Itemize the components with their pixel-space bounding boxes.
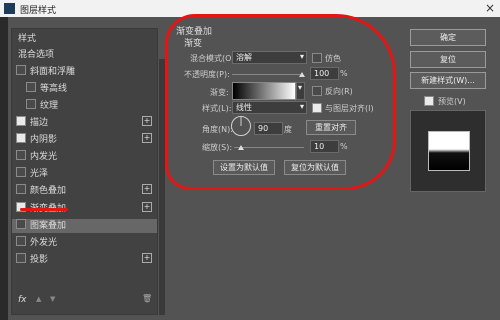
- photoshop-icon: [4, 3, 15, 14]
- checkbox[interactable]: [16, 184, 26, 194]
- tool-strip: [0, 17, 8, 320]
- ok-button[interactable]: 确定: [410, 29, 486, 46]
- checkbox[interactable]: [16, 150, 26, 160]
- checkbox[interactable]: [16, 219, 26, 229]
- styles-panel: 样式 混合选项 斜面和浮雕 等高线 纹理 描边 内阴影 内发光 光泽 颜色叠加 …: [11, 28, 165, 315]
- red-annotation-circle: [165, 14, 396, 190]
- sidebar-item-outer-glow[interactable]: 外发光: [16, 233, 136, 249]
- sidebar-item-stroke[interactable]: 描边: [16, 113, 136, 129]
- checkbox[interactable]: [16, 116, 26, 126]
- red-annotation-underline: [20, 208, 68, 211]
- sidebar-item-contour[interactable]: 等高线: [26, 79, 146, 95]
- close-icon[interactable]: ×: [485, 1, 495, 15]
- fx-icon[interactable]: fx: [18, 295, 27, 305]
- checkbox[interactable]: [26, 82, 36, 92]
- add-gradient-overlay-icon[interactable]: +: [142, 202, 152, 212]
- sidebar-item-inner-shadow[interactable]: 内阴影: [16, 130, 136, 146]
- window-title: 图层样式: [20, 6, 57, 16]
- sidebar-item-satin[interactable]: 光泽: [16, 164, 136, 180]
- sidebar-item-pattern-overlay[interactable]: 图案叠加: [16, 216, 136, 232]
- reset-button[interactable]: 复位: [410, 51, 486, 68]
- new-style-button[interactable]: 新建样式(W)...: [410, 72, 486, 89]
- sidebar-item-gradient-overlay[interactable]: 渐变叠加: [16, 199, 136, 215]
- sidebar-item-inner-glow[interactable]: 内发光: [16, 147, 136, 163]
- sidebar-item-drop-shadow[interactable]: 投影: [16, 250, 136, 266]
- checkbox[interactable]: [26, 99, 36, 109]
- preview-checkbox[interactable]: [424, 96, 434, 106]
- add-drop-shadow-icon[interactable]: +: [142, 253, 152, 263]
- move-down-icon[interactable]: ▼: [50, 295, 55, 303]
- preview-label: 预览(V): [438, 97, 466, 106]
- add-stroke-icon[interactable]: +: [142, 116, 152, 126]
- sidebar-heading: 样式: [18, 34, 37, 44]
- trash-icon[interactable]: 🗑: [142, 294, 152, 303]
- add-color-overlay-icon[interactable]: +: [142, 184, 152, 194]
- preview-thumbnail: [410, 110, 486, 192]
- add-inner-shadow-icon[interactable]: +: [142, 133, 152, 143]
- sidebar-item-color-overlay[interactable]: 颜色叠加: [16, 181, 136, 197]
- sidebar-item-bevel-emboss[interactable]: 斜面和浮雕: [16, 62, 136, 78]
- checkbox[interactable]: [16, 253, 26, 263]
- checkbox[interactable]: [16, 133, 26, 143]
- sidebar-item-blend-options[interactable]: 混合选项: [16, 45, 136, 61]
- sidebar-item-texture[interactable]: 纹理: [26, 96, 146, 112]
- preview-swatch: [428, 131, 470, 171]
- checkbox[interactable]: [16, 236, 26, 246]
- move-up-icon[interactable]: ▲: [36, 295, 41, 303]
- checkbox[interactable]: [16, 167, 26, 177]
- checkbox[interactable]: [16, 65, 26, 75]
